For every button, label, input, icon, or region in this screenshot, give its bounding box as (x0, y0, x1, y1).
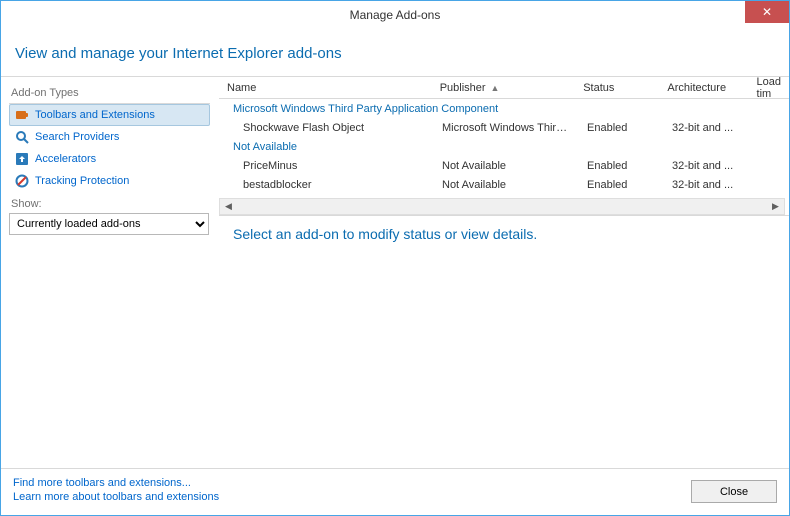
sidebar-item-label: Accelerators (35, 153, 96, 165)
sidebar-item-label: Toolbars and Extensions (35, 109, 155, 121)
sidebar-item-tracking-protection[interactable]: Tracking Protection (9, 170, 210, 192)
cell-publisher: Not Available (434, 179, 579, 191)
cell-architecture: 32-bit and ... (664, 179, 754, 191)
window-close-button[interactable]: ✕ (745, 1, 789, 23)
sidebar-list: Toolbars and Extensions Search Providers… (9, 103, 210, 192)
table-row[interactable]: PriceMinus Not Available Enabled 32-bit … (219, 156, 789, 175)
grid-header: Name Publisher▲ Status Architecture Load… (219, 77, 789, 99)
group-row[interactable]: Not Available (219, 137, 789, 156)
cell-publisher: Microsoft Windows Third... (434, 122, 579, 134)
sort-asc-icon: ▲ (491, 83, 500, 93)
scroll-right-icon[interactable]: ▶ (767, 199, 784, 214)
table-row[interactable]: bestadblocker Not Available Enabled 32-b… (219, 175, 789, 194)
body: Add-on Types Toolbars and Extensions Sea… (1, 77, 789, 468)
main: Name Publisher▲ Status Architecture Load… (219, 77, 789, 468)
table-row[interactable]: Shockwave Flash Object Microsoft Windows… (219, 118, 789, 137)
column-header-publisher[interactable]: Publisher▲ (432, 79, 576, 97)
column-header-status[interactable]: Status (575, 79, 659, 97)
show-select[interactable]: Currently loaded add-ons (9, 213, 209, 235)
manage-addons-window: Manage Add-ons ✕ View and manage your In… (0, 0, 790, 516)
scroll-left-icon[interactable]: ◀ (220, 199, 237, 214)
footer: Find more toolbars and extensions... Lea… (1, 468, 789, 515)
search-icon (15, 130, 29, 144)
sidebar-item-label: Search Providers (35, 131, 119, 143)
scroll-track[interactable] (237, 199, 767, 214)
block-icon (15, 174, 29, 188)
column-header-load-time[interactable]: Load tim (749, 73, 789, 103)
sidebar-heading: Add-on Types (9, 85, 210, 103)
cell-name: Shockwave Flash Object (219, 122, 434, 134)
cell-status: Enabled (579, 160, 664, 172)
accelerator-icon (15, 152, 29, 166)
sidebar-item-accelerators[interactable]: Accelerators (9, 148, 210, 170)
column-header-architecture[interactable]: Architecture (659, 79, 748, 97)
cell-architecture: 32-bit and ... (664, 160, 754, 172)
group-row[interactable]: Microsoft Windows Third Party Applicatio… (219, 99, 789, 118)
sidebar-item-search-providers[interactable]: Search Providers (9, 126, 210, 148)
find-more-link[interactable]: Find more toolbars and extensions... (13, 477, 219, 489)
addons-grid: Name Publisher▲ Status Architecture Load… (219, 77, 789, 215)
cell-publisher: Not Available (434, 160, 579, 172)
header: View and manage your Internet Explorer a… (1, 29, 789, 77)
show-label: Show: (9, 192, 210, 213)
column-header-name[interactable]: Name (219, 79, 432, 97)
puzzle-icon (15, 108, 29, 122)
cell-name: bestadblocker (219, 179, 434, 191)
footer-links: Find more toolbars and extensions... Lea… (13, 477, 219, 503)
cell-status: Enabled (579, 122, 664, 134)
close-icon: ✕ (762, 5, 772, 19)
sidebar-item-label: Tracking Protection (35, 175, 129, 187)
sidebar: Add-on Types Toolbars and Extensions Sea… (1, 77, 219, 468)
header-title: View and manage your Internet Explorer a… (15, 45, 775, 62)
cell-status: Enabled (579, 179, 664, 191)
learn-more-link[interactable]: Learn more about toolbars and extensions (13, 491, 219, 503)
cell-name: PriceMinus (219, 160, 434, 172)
horizontal-scrollbar[interactable]: ◀ ▶ (219, 198, 785, 215)
sidebar-item-toolbars[interactable]: Toolbars and Extensions (9, 104, 210, 126)
close-button[interactable]: Close (691, 480, 777, 503)
titlebar[interactable]: Manage Add-ons ✕ (1, 1, 789, 29)
cell-architecture: 32-bit and ... (664, 122, 754, 134)
detail-pane: Select an add-on to modify status or vie… (219, 215, 789, 468)
detail-message: Select an add-on to modify status or vie… (233, 226, 775, 242)
window-title: Manage Add-ons (350, 8, 441, 22)
